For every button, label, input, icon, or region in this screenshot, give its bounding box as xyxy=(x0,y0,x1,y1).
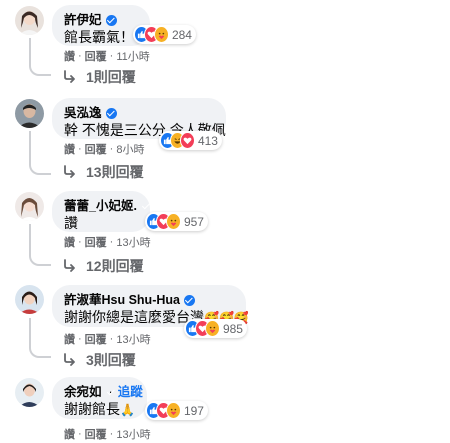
separator: · xyxy=(78,143,82,155)
reaction-summary[interactable]: 413 xyxy=(159,131,222,150)
thread-line xyxy=(29,131,31,161)
avatar[interactable] xyxy=(15,192,44,221)
separator: · xyxy=(109,236,114,248)
love-reaction-icon xyxy=(179,132,195,149)
timestamp[interactable]: 11小時 xyxy=(116,48,149,64)
separator: · xyxy=(78,333,82,345)
author-name[interactable]: 吳泓逸 xyxy=(64,105,102,121)
reaction-count: 197 xyxy=(183,403,204,418)
comment-author[interactable]: 許伊妃 xyxy=(64,12,138,28)
timestamp[interactable]: 13小時 xyxy=(116,426,150,442)
reply-action[interactable]: 回覆 xyxy=(85,48,107,64)
reply-action[interactable]: 回覆 xyxy=(85,331,107,347)
comment-author[interactable]: 蕾蕾_小妃姬. xyxy=(64,198,138,214)
comment-author[interactable]: 許淑華Hsu Shu-Hua xyxy=(64,292,234,308)
reaction-summary[interactable]: 197 xyxy=(145,401,208,420)
thread-curve xyxy=(29,252,51,266)
separator: · xyxy=(109,428,114,440)
view-replies-link[interactable]: 12則回覆 xyxy=(62,256,144,276)
separator: · xyxy=(78,236,82,248)
reaction-count: 413 xyxy=(197,133,218,148)
author-name[interactable]: 許淑華Hsu Shu-Hua xyxy=(64,292,180,308)
author-name[interactable]: 余宛如 xyxy=(64,384,102,400)
avatar[interactable] xyxy=(15,378,44,407)
reply-arrow-icon xyxy=(64,353,75,366)
view-replies-link[interactable]: 1則回覆 xyxy=(62,67,136,87)
avatar[interactable] xyxy=(15,6,44,35)
view-replies-link[interactable]: 3則回覆 xyxy=(62,350,136,370)
avatar[interactable] xyxy=(15,99,44,128)
comment-actions: 讚 · 回覆 · 13小時 xyxy=(64,331,151,347)
avatar-image xyxy=(15,192,44,221)
comment-text-body: 謝謝館長 xyxy=(64,401,120,417)
replies-count: 13則回覆 xyxy=(86,164,144,180)
care-reaction-icon xyxy=(204,320,220,337)
view-replies-link[interactable]: 13則回覆 xyxy=(62,162,144,182)
comment-actions: 讚 · 回覆 · 13小時 xyxy=(64,234,151,250)
replies-count: 1則回覆 xyxy=(86,69,136,85)
thread-curve xyxy=(29,161,51,175)
like-action[interactable]: 讚 xyxy=(64,141,75,157)
reaction-summary[interactable]: 985 xyxy=(184,319,247,338)
timestamp[interactable]: 13小時 xyxy=(116,331,150,347)
replies-count: 12則回覆 xyxy=(86,258,144,274)
author-name[interactable]: 許伊妃 xyxy=(64,12,102,28)
timestamp[interactable]: 13小時 xyxy=(116,234,150,250)
like-action[interactable]: 讚 xyxy=(64,48,75,64)
separator: · xyxy=(109,143,114,155)
reaction-summary[interactable]: 284 xyxy=(133,25,196,44)
thread-line xyxy=(29,38,31,62)
care-reaction-icon xyxy=(165,213,181,230)
reaction-count: 985 xyxy=(222,321,243,336)
avatar-image xyxy=(15,285,44,314)
reaction-count: 957 xyxy=(183,214,204,229)
author-name[interactable]: 蕾蕾_小妃姬. xyxy=(64,198,137,214)
comment-author[interactable]: 余宛如 · 追蹤 xyxy=(64,384,143,400)
comment-bubble: 余宛如 · 追蹤 謝謝館長🙏 xyxy=(52,377,147,419)
separator: · xyxy=(109,333,114,345)
comment-text: 謝謝館長🙏 xyxy=(64,400,135,420)
comment-actions: 讚 · 回覆 · 13小時 xyxy=(64,426,151,442)
avatar[interactable] xyxy=(15,285,44,314)
avatar-image xyxy=(15,99,44,128)
reaction-summary[interactable]: 957 xyxy=(145,212,208,231)
emoji-suffix: 🙏 xyxy=(120,403,135,417)
comment-actions: 讚 · 回覆 · 11小時 xyxy=(64,48,150,64)
comment-bubble: 蕾蕾_小妃姬. 讚 xyxy=(52,191,150,232)
comment-author[interactable]: 吳泓逸 xyxy=(64,105,214,121)
reply-arrow-icon xyxy=(64,70,75,83)
like-action[interactable]: 讚 xyxy=(64,426,75,442)
follow-button[interactable]: 追蹤 xyxy=(118,384,143,400)
replies-count: 3則回覆 xyxy=(86,352,136,368)
thread-curve xyxy=(29,344,51,358)
care-reaction-icon xyxy=(153,26,169,43)
separator: · xyxy=(109,50,114,62)
avatar-image xyxy=(15,378,44,407)
avatar-image xyxy=(15,6,44,35)
reply-action[interactable]: 回覆 xyxy=(85,141,107,157)
separator: · xyxy=(78,50,82,62)
thread-line xyxy=(29,224,31,252)
care-reaction-icon xyxy=(165,402,181,419)
like-action[interactable]: 讚 xyxy=(64,331,75,347)
like-action[interactable]: 讚 xyxy=(64,234,75,250)
thread-curve xyxy=(29,62,51,76)
separator: · xyxy=(78,428,82,440)
comment-actions: 讚 · 回覆 · 8小時 xyxy=(64,141,144,157)
comment-text: 讚 xyxy=(64,215,78,231)
reaction-count: 284 xyxy=(171,27,192,42)
reply-arrow-icon xyxy=(64,165,75,178)
verified-badge-icon xyxy=(183,294,195,306)
verified-badge-icon xyxy=(105,14,117,26)
verified-badge-icon xyxy=(105,107,117,119)
reply-action[interactable]: 回覆 xyxy=(85,426,107,442)
comment-text-body: 謝謝你總是這麼愛台灣 xyxy=(64,309,204,325)
reply-arrow-icon xyxy=(64,259,75,272)
thread-line xyxy=(29,318,31,344)
reply-action[interactable]: 回覆 xyxy=(85,234,107,250)
comment-text: 館長霸氣！ xyxy=(64,29,134,45)
timestamp[interactable]: 8小時 xyxy=(116,141,144,157)
